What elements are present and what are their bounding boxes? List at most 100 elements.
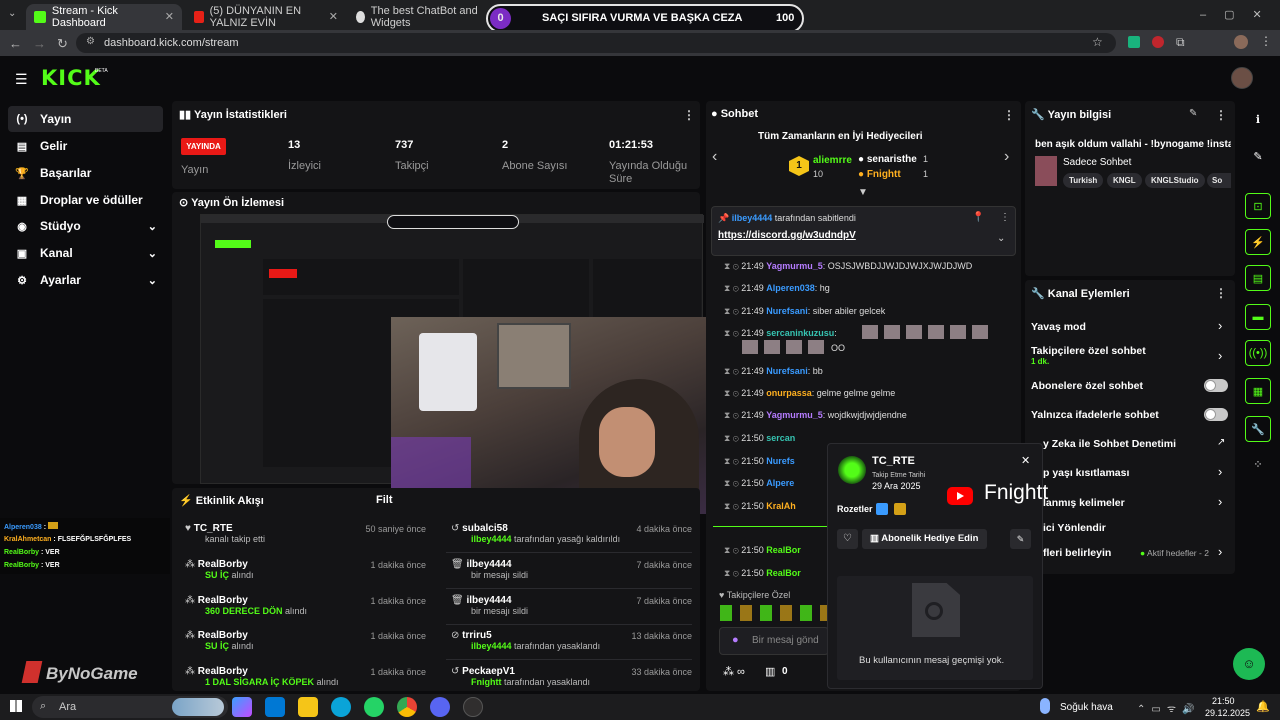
pinned-options-icon[interactable]: ⋮ xyxy=(1000,212,1010,223)
broadcast-icon[interactable]: ((•)) xyxy=(1245,340,1271,366)
pencil-icon[interactable]: ✎ xyxy=(1245,143,1271,169)
back-icon[interactable]: ← xyxy=(9,36,22,51)
user-avatar[interactable] xyxy=(1231,67,1253,89)
tray-icons[interactable]: ⌃▭ᯤ🔊 xyxy=(1137,701,1200,715)
copilot-icon[interactable] xyxy=(232,697,252,717)
extension-icon[interactable] xyxy=(1128,36,1140,48)
event-item[interactable]: ⁂ RealBorby 1 DAL SİGARA İÇ KÖPEK alındı 1… xyxy=(185,666,432,688)
sidebar-item-studyo[interactable]: ◉ Stüdyo ⌄ xyxy=(8,213,163,239)
event-item[interactable]: ↺ subalci58 ilbey4444 tarafından yasağı k… xyxy=(451,523,692,545)
window-controls[interactable]: –▢✕ xyxy=(1200,8,1280,21)
chevron-down-icon[interactable]: ⌄ xyxy=(997,233,1005,244)
event-item[interactable]: ⊘ trriru5 ilbey4444 tarafından yasaklandı… xyxy=(451,630,692,652)
chat-message[interactable]: ⧗ ⊙ 21:50 Nurefs xyxy=(724,456,795,467)
windows-start-icon[interactable] xyxy=(10,700,22,712)
wrench-icon[interactable]: 🔧 xyxy=(1245,416,1271,442)
chat-message[interactable]: ⧗ ⊙ 21:49 Yagmurmu_5: OSJSJWBDJJWJDJWJXJ… xyxy=(724,261,972,272)
reload-icon[interactable]: ↻ xyxy=(57,36,68,52)
chat-options-icon[interactable]: ⋮ xyxy=(1003,108,1015,122)
chevron-right-icon[interactable]: › xyxy=(1218,348,1222,363)
event-item[interactable]: 🗑 ilbey4444 bir mesajı sildi 7 dakika önce xyxy=(451,595,692,617)
notification-bell-icon[interactable]: 🔔 xyxy=(1256,700,1270,713)
tag-chip[interactable]: So xyxy=(1207,173,1231,188)
chevron-right-icon[interactable]: › xyxy=(1218,318,1222,333)
next-arrow-icon[interactable]: › xyxy=(1004,148,1009,166)
mod-action-icon[interactable]: ✎ xyxy=(1010,529,1031,549)
filter-button[interactable]: Filt xyxy=(376,494,393,506)
followers-only-label[interactable]: Takipçilere özel sohbet xyxy=(1031,345,1146,357)
tab-kick-dashboard[interactable]: Stream - Kick Dashboard ✕ xyxy=(26,4,182,30)
chat-message[interactable]: ⧗ ⊙ 21:49 Yagmurmu_5: wojdkwjdjwjdjendne xyxy=(724,410,907,421)
kick-logo[interactable]: KICK xyxy=(41,66,101,90)
browser-menu-icon[interactable]: ⋮ xyxy=(1260,34,1272,48)
external-link-icon[interactable]: ↗ xyxy=(1217,437,1225,448)
store-icon[interactable] xyxy=(265,697,285,717)
sidebar-item-ayarlar[interactable]: ⚙ Ayarlar ⌄ xyxy=(8,267,163,293)
chat-message[interactable]: ⧗ ⊙ 21:49 Nurefsani: siber abiler gelcek xyxy=(724,306,885,317)
edge-icon[interactable] xyxy=(331,697,351,717)
document-icon[interactable]: ▤ xyxy=(1245,265,1271,291)
pinned-link[interactable]: https://discord.gg/w3udndpV xyxy=(718,230,856,241)
event-item[interactable]: ⁂ RealBorby SU İÇ alındı 1 dakika önce xyxy=(185,630,432,652)
collapse-icon[interactable]: ▼ xyxy=(858,187,868,198)
chat-message[interactable]: ⧗ ⊙ 21:49 onurpassa: gelme gelme gelme xyxy=(724,388,895,399)
gift-sub-button[interactable]: ▥ Abonelik Hediye Edin xyxy=(862,529,987,549)
more-options-icon[interactable]: ⋮ xyxy=(683,108,695,122)
event-item[interactable]: 🗑 ilbey4444 bir mesajı sildi 7 dakika önce xyxy=(451,559,692,581)
chat-message[interactable]: ⧗ ⊙ 21:50 Alpere xyxy=(724,478,794,489)
url-input[interactable]: ⚙ dashboard.kick.com/stream ☆ xyxy=(76,33,1116,53)
chat-message[interactable]: ⧗ ⊙ 21:49 Nurefsani: bb xyxy=(724,366,823,377)
chrome-icon[interactable] xyxy=(397,697,417,717)
bookmark-star-icon[interactable]: ☆ xyxy=(1092,35,1103,49)
emote-bar[interactable] xyxy=(720,605,830,621)
whatsapp-icon[interactable] xyxy=(364,697,384,717)
chat-input[interactable]: ● Bir mesaj gönd xyxy=(719,627,829,655)
tag-chip[interactable]: KNGL xyxy=(1107,173,1142,188)
pin-icon[interactable]: 📍 xyxy=(972,212,984,223)
chevron-right-icon[interactable]: › xyxy=(1218,494,1222,509)
emote-only-toggle[interactable] xyxy=(1204,408,1228,421)
file-explorer-icon[interactable] xyxy=(298,697,318,717)
points-icon[interactable]: ⁂ ∞ xyxy=(723,665,745,678)
hamburger-menu-icon[interactable]: ☰ xyxy=(15,71,28,88)
more-options-icon[interactable]: ⋮ xyxy=(1215,286,1227,300)
sidebar-item-droplar[interactable]: ▦ Droplar ve ödüller xyxy=(8,187,163,213)
extensions-icon[interactable]: ⧉ xyxy=(1176,35,1185,50)
obs-icon[interactable] xyxy=(463,697,483,717)
chat-message[interactable]: ⧗ ⊙ 21:50 sercan xyxy=(724,433,795,444)
tab-chatbot[interactable]: The best ChatBot and Widgets xyxy=(348,4,488,30)
sidebar-item-kanal[interactable]: ▣ Kanal ⌄ xyxy=(8,240,163,266)
chevron-right-icon[interactable]: › xyxy=(1218,464,1222,479)
prev-arrow-icon[interactable]: ‹ xyxy=(712,148,717,166)
info-icon[interactable]: ℹ xyxy=(1245,106,1271,132)
tab-list-icon[interactable]: ⌄ xyxy=(8,8,16,19)
taskbar-search[interactable]: ⌕ Ara xyxy=(32,696,228,718)
tag-chip[interactable]: KNGLStudio xyxy=(1145,173,1205,188)
event-item[interactable]: ⁂ RealBorby 360 DERECE DÖN alındı 1 dakika… xyxy=(185,595,432,617)
close-icon[interactable]: ✕ xyxy=(1021,454,1030,467)
sidebar-item-basarilar[interactable]: 🏆 Başarılar xyxy=(8,160,163,186)
sidebar-item-gelir[interactable]: ▤ Gelir xyxy=(8,133,163,159)
chat-icon[interactable]: ▬ xyxy=(1245,304,1271,330)
camera-icon[interactable]: ⊡ xyxy=(1245,193,1271,219)
chevron-right-icon[interactable]: › xyxy=(1218,544,1222,559)
profile-avatar[interactable] xyxy=(1234,35,1248,49)
chat-message[interactable]: ⧗ ⊙ 21:50 RealBor xyxy=(724,545,801,556)
extension-icon[interactable] xyxy=(1152,36,1164,48)
gift-icon[interactable]: ▥ xyxy=(765,665,775,678)
subs-only-toggle[interactable] xyxy=(1204,379,1228,392)
chat-message[interactable]: ⧗ ⊙ 21:50 KralAh xyxy=(724,501,796,512)
sidebar-item-yayin[interactable]: (•) Yayın xyxy=(8,106,163,132)
event-item[interactable]: ⁂ RealBorby SU İÇ alındı 1 dakika önce xyxy=(185,559,432,581)
chat-message[interactable]: ⧗ ⊙ 21:49 Alperen038: hg xyxy=(724,283,830,294)
discord-icon[interactable] xyxy=(430,697,450,717)
heart-icon[interactable]: ♡ xyxy=(837,529,858,549)
lightning-icon[interactable]: ⚡ xyxy=(1245,229,1271,255)
help-chat-icon[interactable]: ☺ xyxy=(1233,648,1265,680)
chat-message[interactable]: ⧗ ⊙ 21:50 RealBor xyxy=(724,568,801,579)
forward-icon[interactable]: → xyxy=(33,36,46,51)
chat-message[interactable]: ⧗ ⊙ 21:49 sercaninkuzusu: xyxy=(724,328,837,339)
edit-pencil-icon[interactable]: ✎ xyxy=(1189,108,1197,119)
layout-icon[interactable]: ▦ xyxy=(1245,378,1271,404)
tag-chip[interactable]: Turkish xyxy=(1063,173,1104,188)
